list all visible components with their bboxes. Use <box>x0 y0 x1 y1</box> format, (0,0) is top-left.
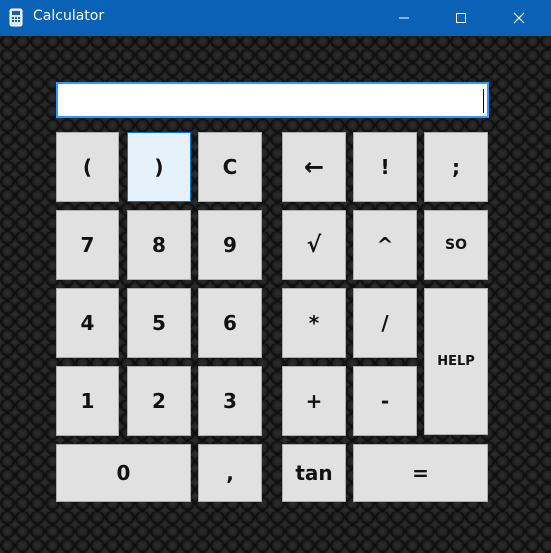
six-button[interactable]: 6 <box>198 288 262 358</box>
close-icon <box>513 12 525 24</box>
five-button[interactable]: 5 <box>127 288 191 358</box>
text-caret <box>483 89 484 113</box>
minimize-button[interactable] <box>375 0 433 36</box>
window-title: Calculator <box>33 8 105 24</box>
divide-button[interactable]: / <box>353 288 417 358</box>
backspace-button[interactable]: ← <box>282 132 346 202</box>
maximize-button[interactable] <box>432 0 490 36</box>
close-button[interactable] <box>490 0 548 36</box>
zero-button[interactable]: 0 <box>56 444 191 502</box>
sqrt-button[interactable]: √ <box>282 210 346 280</box>
help-button[interactable]: HELP <box>424 288 488 435</box>
maximize-icon <box>456 13 466 23</box>
four-button[interactable]: 4 <box>56 288 119 358</box>
two-button[interactable]: 2 <box>127 366 191 436</box>
minus-button[interactable]: - <box>353 366 417 436</box>
tan-button[interactable]: tan <box>282 444 346 502</box>
factorial-button[interactable]: ! <box>353 132 417 202</box>
equals-button[interactable]: = <box>353 444 488 502</box>
three-button[interactable]: 3 <box>198 366 262 436</box>
one-button[interactable]: 1 <box>56 366 119 436</box>
nine-button[interactable]: 9 <box>198 210 262 280</box>
seven-button[interactable]: 7 <box>56 210 119 280</box>
comma-button[interactable]: , <box>198 444 262 502</box>
multiply-button[interactable]: * <box>282 288 346 358</box>
display-input[interactable] <box>56 82 489 118</box>
clear-button[interactable]: C <box>198 132 262 202</box>
calculator-body: ( ) C ← ! ; 7 8 9 √ ^ SO 4 5 6 * / HELP … <box>0 36 551 553</box>
so-button[interactable]: SO <box>424 210 488 280</box>
title-bar[interactable]: Calculator <box>0 0 551 36</box>
eight-button[interactable]: 8 <box>127 210 191 280</box>
calculator-icon <box>9 8 23 27</box>
power-button[interactable]: ^ <box>353 210 417 280</box>
plus-button[interactable]: + <box>282 366 346 436</box>
minimize-icon <box>399 17 409 19</box>
close-paren-button[interactable]: ) <box>127 132 191 202</box>
open-paren-button[interactable]: ( <box>56 132 119 202</box>
semicolon-button[interactable]: ; <box>424 132 488 202</box>
